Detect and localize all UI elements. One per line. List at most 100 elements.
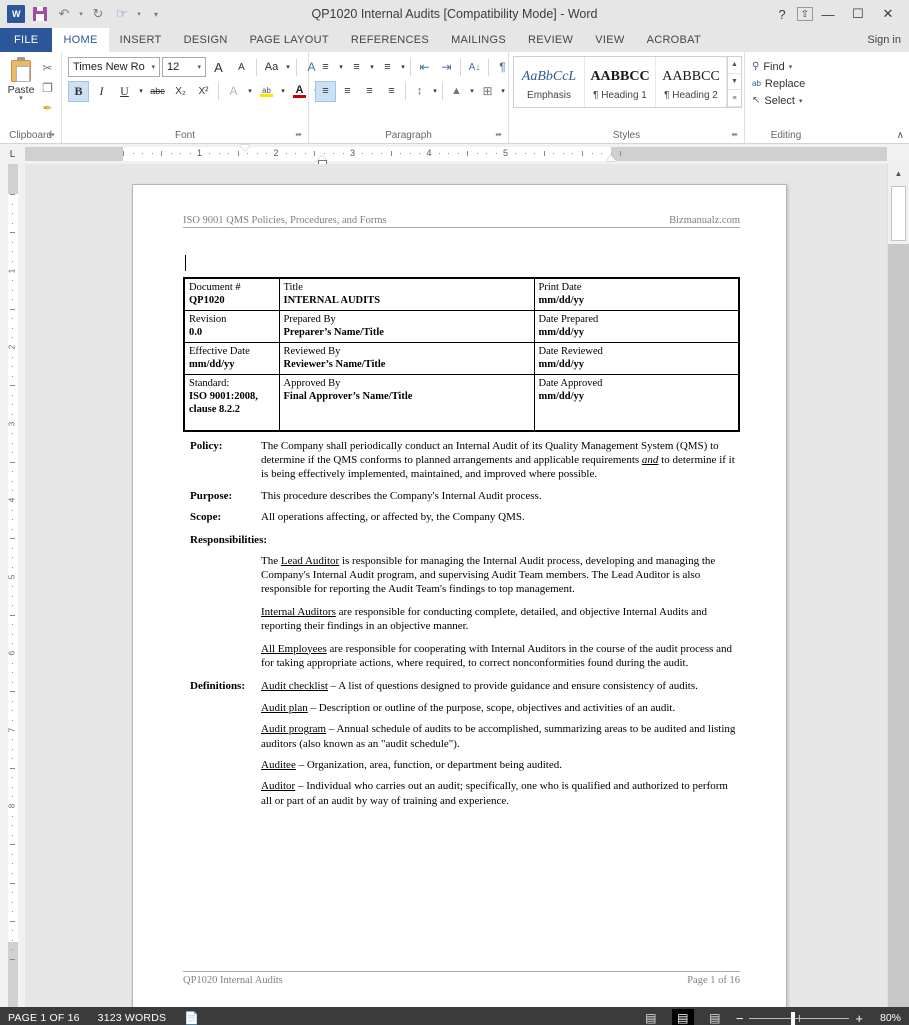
format-painter-icon[interactable]: ✒ — [38, 98, 57, 117]
zoom-out-button[interactable]: − — [736, 1011, 744, 1025]
numbering-icon[interactable]: ≡ — [346, 57, 367, 78]
undo-icon[interactable]: ↶ — [53, 3, 75, 25]
quick-access-toolbar[interactable]: W ↶ ▾ ↻ ☞ ▾ ▾ — [0, 3, 167, 25]
zoom-in-button[interactable]: + — [855, 1011, 863, 1025]
undo-dropdown-icon[interactable]: ▾ — [77, 3, 85, 25]
scroll-up-icon[interactable]: ▲ — [888, 164, 909, 183]
styles-dialog-launcher[interactable]: ⬌ — [731, 127, 738, 142]
bullets-dropdown-icon[interactable]: ▾ — [337, 57, 345, 78]
restore-button[interactable]: ☐ — [843, 1, 873, 27]
scroll-track[interactable] — [888, 244, 909, 1007]
chevron-down-icon[interactable]: ▾ — [195, 63, 203, 71]
tab-references[interactable]: REFERENCES — [340, 28, 440, 52]
word-count-indicator[interactable]: 3123 WORDS — [98, 1012, 167, 1024]
italic-button[interactable]: I — [91, 81, 112, 102]
shading-icon[interactable]: ▲ — [446, 81, 467, 102]
collapse-ribbon-icon[interactable]: ∧ — [897, 130, 904, 141]
highlight-dropdown-icon[interactable]: ▾ — [279, 81, 287, 102]
font-size-combo[interactable]: 12 ▾ — [162, 57, 206, 77]
zoom-thumb[interactable] — [791, 1011, 796, 1025]
clipboard-dialog-launcher[interactable]: ⬌ — [48, 127, 55, 142]
tab-stop-selector[interactable]: L — [0, 144, 25, 164]
line-spacing-icon[interactable]: ↕ — [409, 81, 430, 102]
paragraph-dialog-launcher[interactable]: ⬌ — [495, 127, 502, 142]
style-heading-2[interactable]: AABBCC ¶ Heading 2 — [656, 57, 727, 107]
text-highlight-icon[interactable]: ab — [256, 81, 277, 102]
align-left-icon[interactable]: ≡ — [315, 80, 336, 102]
paste-dropdown-icon[interactable]: ▾ — [19, 95, 23, 102]
sort-icon[interactable]: A↓ — [464, 57, 485, 78]
styles-more-icon[interactable]: ≡ — [728, 90, 741, 108]
zoom-level-label[interactable]: 80% — [873, 1012, 901, 1024]
select-button[interactable]: ↖ Select ▾ — [749, 92, 802, 109]
bullets-icon[interactable]: ≡ — [315, 57, 336, 78]
scroll-thumb[interactable] — [891, 186, 906, 241]
vertical-scrollbar[interactable]: ▲ — [887, 164, 909, 1007]
subscript-button[interactable]: X₂ — [170, 81, 191, 102]
chevron-down-icon[interactable]: ▾ — [149, 63, 157, 71]
justify-icon[interactable]: ≡ — [381, 81, 402, 102]
styles-gallery[interactable]: AaBbCcL Emphasis AABBCC ¶ Heading 1 AABB… — [513, 56, 742, 108]
underline-button[interactable]: U — [114, 81, 135, 102]
read-mode-view-button[interactable]: ▤ — [640, 1009, 662, 1025]
shading-dropdown-icon[interactable]: ▾ — [468, 81, 476, 102]
grow-font-icon[interactable]: A — [208, 57, 229, 78]
numbering-dropdown-icon[interactable]: ▾ — [368, 57, 376, 78]
right-indent-marker[interactable] — [606, 155, 616, 161]
shrink-font-icon[interactable]: A — [231, 57, 252, 78]
cut-icon[interactable]: ✂ — [38, 58, 57, 77]
replace-button[interactable]: ab Replace — [749, 75, 805, 92]
styles-scroll-down-icon[interactable]: ▼ — [728, 74, 741, 91]
text-effects-dropdown-icon[interactable]: ▾ — [246, 81, 254, 102]
borders-icon[interactable]: ⊞ — [477, 81, 498, 102]
tab-insert[interactable]: INSERT — [109, 28, 173, 52]
styles-scroll-up-icon[interactable]: ▲ — [728, 57, 741, 74]
close-button[interactable]: ✕ — [873, 1, 903, 27]
touch-mode-dropdown-icon[interactable]: ▾ — [135, 3, 143, 25]
change-case-dropdown-icon[interactable]: ▾ — [284, 57, 292, 78]
copy-icon[interactable]: ❐ — [38, 78, 57, 97]
document-page[interactable]: ISO 9001 QMS Policies, Procedures, and F… — [132, 184, 787, 1007]
decrease-indent-icon[interactable]: ⇤ — [414, 57, 435, 78]
tab-file[interactable]: FILE — [0, 28, 53, 52]
bold-button[interactable]: B — [68, 80, 89, 102]
line-spacing-dropdown-icon[interactable]: ▾ — [431, 81, 439, 102]
help-button[interactable]: ? — [767, 1, 797, 27]
document-canvas[interactable]: ISO 9001 QMS Policies, Procedures, and F… — [25, 164, 887, 1007]
touch-mode-icon[interactable]: ☞ — [111, 3, 133, 25]
zoom-track[interactable] — [749, 1011, 850, 1025]
horizontal-ruler[interactable]: 1 2 3 4 5 — [25, 144, 887, 165]
borders-dropdown-icon[interactable]: ▾ — [499, 81, 507, 102]
tab-view[interactable]: VIEW — [584, 28, 635, 52]
proofing-errors-icon[interactable]: 📄 — [184, 1011, 199, 1025]
strikethrough-button[interactable]: abc — [147, 81, 168, 102]
underline-dropdown-icon[interactable]: ▾ — [137, 81, 145, 102]
superscript-button[interactable]: X² — [193, 81, 214, 102]
print-layout-view-button[interactable]: ▤ — [671, 1009, 694, 1025]
style-emphasis[interactable]: AaBbCcL Emphasis — [514, 57, 585, 107]
style-heading-1[interactable]: AABBCC ¶ Heading 1 — [585, 57, 656, 107]
font-dialog-launcher[interactable]: ⬌ — [295, 127, 302, 142]
styles-scrollbar[interactable]: ▲ ▼ ≡ — [727, 57, 741, 108]
first-line-indent-marker[interactable] — [240, 145, 250, 151]
customize-qat-icon[interactable]: ▾ — [145, 3, 167, 25]
align-center-icon[interactable]: ≡ — [337, 81, 358, 102]
save-icon[interactable] — [29, 3, 51, 25]
sign-in-link[interactable]: Sign in — [867, 28, 909, 52]
find-dropdown-icon[interactable]: ▾ — [789, 63, 793, 71]
tab-home[interactable]: HOME — [52, 28, 109, 52]
web-layout-view-button[interactable]: ▤ — [704, 1009, 726, 1025]
text-effects-icon[interactable]: A — [223, 81, 244, 102]
select-dropdown-icon[interactable]: ▾ — [799, 97, 803, 105]
zoom-slider[interactable]: − + — [736, 1011, 863, 1025]
vertical-ruler[interactable]: 1 2 3 4 5 6 7 8 — [0, 164, 25, 1007]
ribbon-display-options-button[interactable]: ⇧ — [797, 7, 813, 21]
redo-icon[interactable]: ↻ — [87, 3, 109, 25]
tab-review[interactable]: REVIEW — [517, 28, 584, 52]
multilevel-dropdown-icon[interactable]: ▾ — [399, 57, 407, 78]
font-name-combo[interactable]: Times New Ro ▾ — [68, 57, 160, 77]
document-body[interactable]: Document # QP1020 Title INTERNAL AUDITS … — [183, 277, 740, 808]
tab-page-layout[interactable]: PAGE LAYOUT — [239, 28, 340, 52]
change-case-icon[interactable]: Aa — [261, 57, 282, 78]
find-button[interactable]: ⚲ Find ▾ — [749, 58, 792, 75]
